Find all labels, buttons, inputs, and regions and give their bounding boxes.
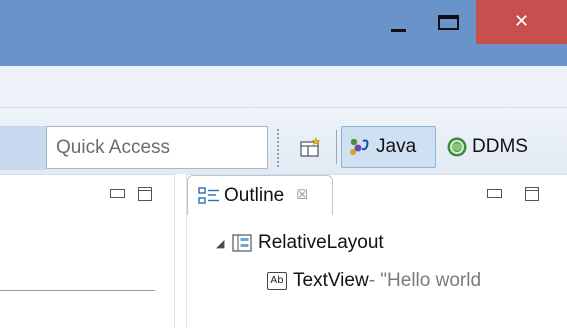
java-perspective-label: Java — [376, 136, 417, 157]
tree-item-label: TextView — [293, 270, 369, 291]
java-perspective-icon — [350, 138, 369, 155]
maximize-view-icon[interactable] — [525, 187, 539, 201]
tree-item-detail: - "Hello world — [368, 270, 482, 291]
toolbar-separator — [336, 130, 337, 164]
window-title-bar: ✕ — [0, 0, 567, 66]
ddms-perspective-icon — [447, 137, 467, 157]
open-perspective-button[interactable] — [296, 132, 326, 162]
close-icon: ✕ — [513, 11, 530, 32]
toolbar-grip[interactable] — [276, 128, 280, 168]
tree-item-textview[interactable]: Ab TextView - "Hello world — [267, 265, 481, 297]
minimize-view-icon[interactable] — [487, 189, 502, 198]
minimize-icon — [390, 28, 406, 32]
tab-outline[interactable]: Outline ☒ — [187, 175, 333, 215]
maximize-icon — [438, 14, 459, 30]
tree-item-relativelayout[interactable]: ◢ RelativeLayout — [216, 227, 384, 259]
minimize-view-icon[interactable] — [110, 189, 125, 198]
close-button[interactable]: ✕ — [476, 0, 567, 44]
outline-icon — [198, 186, 219, 204]
ddms-perspective-label: DDMS — [472, 136, 528, 157]
textview-icon: Ab — [267, 272, 287, 290]
toolbar-left-area — [0, 126, 46, 170]
expanded-triangle-icon[interactable]: ◢ — [216, 237, 232, 250]
outline-view: Outline ☒ ◢ RelativeLayout Ab TextView -… — [186, 174, 567, 328]
java-perspective-button[interactable]: Java — [341, 126, 436, 168]
menu-bar — [0, 66, 567, 108]
tab-outline-label: Outline — [224, 184, 285, 206]
open-perspective-icon — [300, 137, 321, 157]
tab-close-icon[interactable]: ☒ — [296, 188, 308, 203]
minimize-button[interactable] — [375, 0, 421, 44]
main-toolbar: Java DDMS — [0, 108, 567, 174]
ddms-perspective-button[interactable]: DDMS — [441, 126, 551, 168]
left-view-divider — [0, 290, 155, 291]
tree-item-label: RelativeLayout — [258, 232, 384, 253]
relative-layout-icon — [232, 234, 252, 252]
maximize-view-icon[interactable] — [138, 187, 152, 201]
quick-access-input[interactable] — [46, 126, 268, 169]
left-view-panel — [0, 174, 175, 328]
maximize-button[interactable] — [421, 0, 476, 44]
